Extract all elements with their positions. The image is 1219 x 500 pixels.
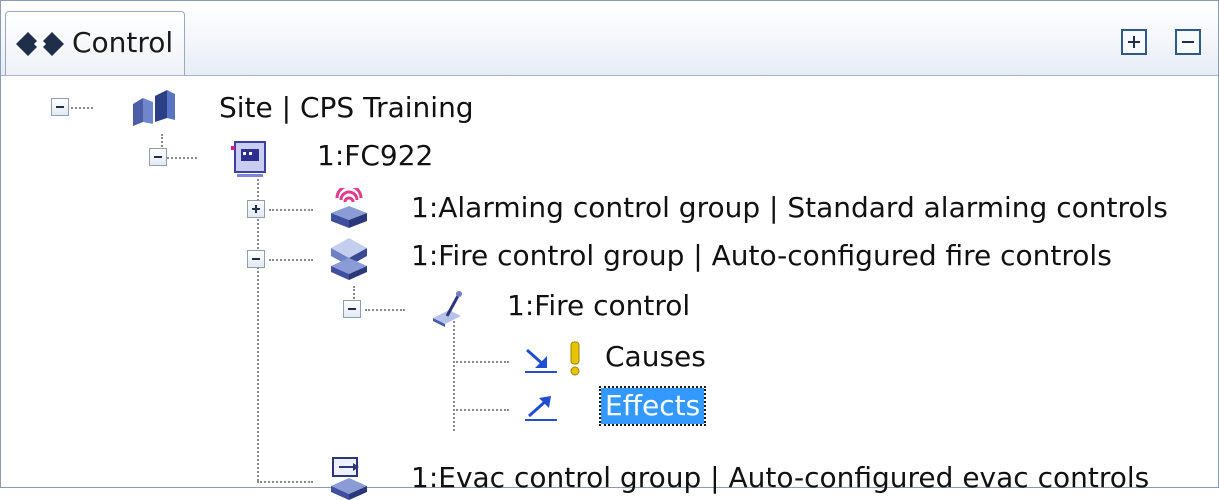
evac-group-icon xyxy=(331,457,367,500)
tree-node-fire-group[interactable]: 1:Fire control group | Auto-configured f… xyxy=(411,238,1112,274)
panel-icon xyxy=(231,141,266,177)
tree-connector xyxy=(453,361,509,363)
collapse-toggle[interactable] xyxy=(51,98,69,116)
tree-connector xyxy=(365,309,405,311)
minus-icon xyxy=(252,258,260,260)
fire-group-icon xyxy=(331,238,367,280)
minus-icon xyxy=(56,106,64,108)
plus-icon xyxy=(252,205,260,213)
control-panel: Control Site | CPS Training 1:FC922 1:Al… xyxy=(0,0,1219,500)
collapse-toggle[interactable] xyxy=(247,250,265,268)
panel-header: Control xyxy=(1,1,1218,76)
tab-control[interactable]: Control xyxy=(5,11,185,75)
minus-icon xyxy=(348,308,356,310)
site-icon xyxy=(133,90,175,126)
tree-node-evac-group[interactable]: 1:Evac control group | Auto-configured e… xyxy=(411,460,1149,496)
collapse-toggle[interactable] xyxy=(343,300,361,318)
tree-node-fire-control[interactable]: 1:Fire control xyxy=(507,288,690,324)
tree-connector xyxy=(453,321,455,431)
minus-icon xyxy=(154,156,162,158)
tab-label: Control xyxy=(72,26,174,59)
causes-icon xyxy=(525,348,557,373)
tree-connector xyxy=(269,209,313,211)
fire-control-icon xyxy=(433,291,462,327)
tree-connector xyxy=(269,259,313,261)
tree-connector xyxy=(257,481,313,483)
tree-node-alarming-group[interactable]: 1:Alarming control group | Standard alar… xyxy=(411,190,1168,226)
collapse-toggle[interactable] xyxy=(149,148,167,166)
tree-connector xyxy=(67,107,93,109)
control-icon xyxy=(16,32,64,56)
expand-all-icon xyxy=(1128,36,1140,48)
collapse-all-icon xyxy=(1182,41,1194,43)
expand-toggle[interactable] xyxy=(247,200,265,218)
tree-node-site[interactable]: Site | CPS Training xyxy=(219,90,474,126)
collapse-all-button[interactable] xyxy=(1175,29,1201,55)
alarm-group-icon xyxy=(331,188,367,228)
tree-node-causes[interactable]: Causes xyxy=(605,339,706,375)
tree-node-effects[interactable]: Effects xyxy=(598,386,707,426)
control-tree: Site | CPS Training 1:FC922 1:Alarming c… xyxy=(1,76,1218,500)
tree-node-fc922[interactable]: 1:FC922 xyxy=(317,138,433,174)
tree-connector xyxy=(453,409,509,411)
effects-icon xyxy=(525,396,557,421)
tree-connector xyxy=(167,157,197,159)
warning-icon xyxy=(570,341,580,376)
expand-all-button[interactable] xyxy=(1121,29,1147,55)
